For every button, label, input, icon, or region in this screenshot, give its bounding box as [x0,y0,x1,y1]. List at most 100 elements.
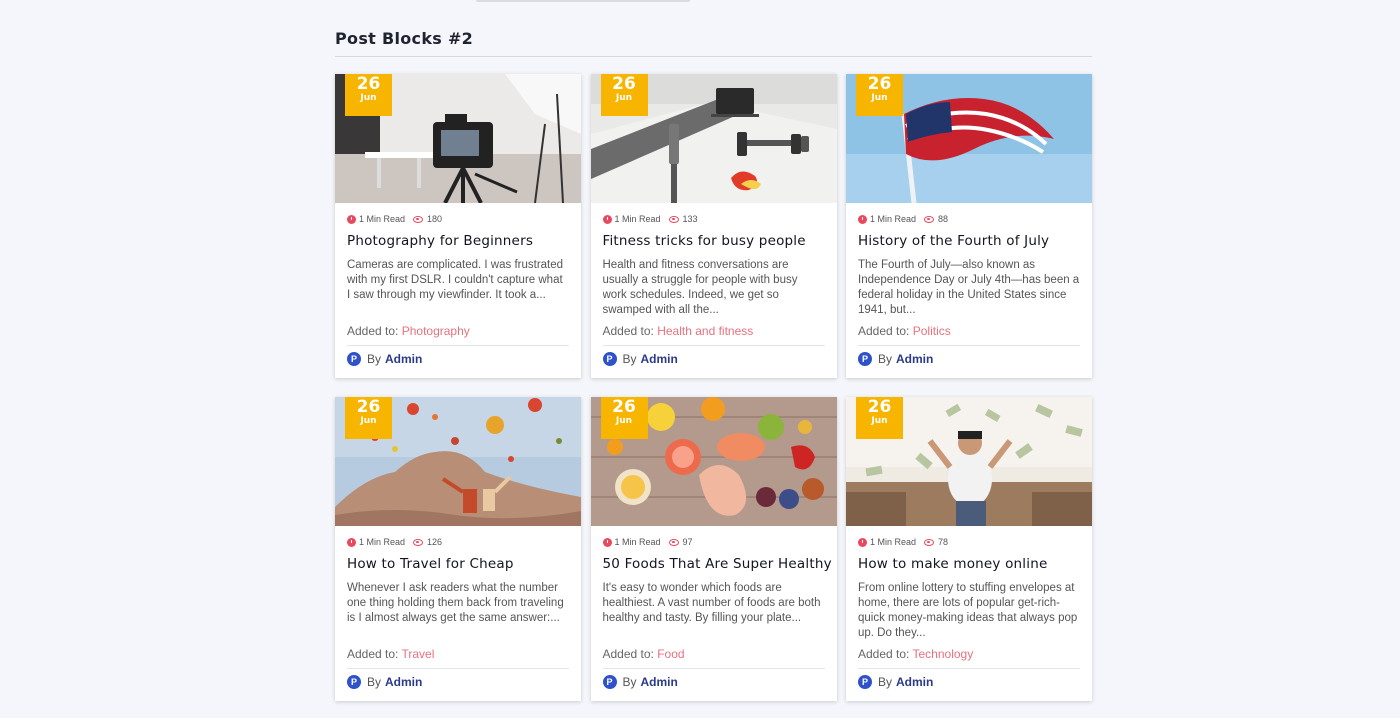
author-link[interactable]: Admin [641,675,678,689]
date-badge: 26 Jun [856,397,903,439]
eye-icon [668,538,679,546]
by-label: By [878,675,893,689]
clock-icon [858,537,867,547]
added-label: Added to: [602,324,654,338]
date-month: Jun [615,93,633,103]
view-count: 180 [427,214,443,224]
post-title[interactable]: History of the Fourth of July [858,232,1080,250]
by-label: By [622,675,637,689]
view-count: 88 [938,214,949,224]
added-label: Added to: [602,647,654,661]
post-card[interactable]: 26 Jun 1 Min Read 97 50 Foods That Are S… [590,397,837,701]
date-badge: 26 Jun [600,74,648,116]
read-time: 1 Min Read [614,214,661,224]
post-title[interactable]: 50 Foods That Are Super Healthy [603,555,832,573]
author-link[interactable]: Admin [385,675,422,689]
date-badge: 26 Jun [600,397,648,439]
post-author: P By Admin [347,675,569,689]
post-category-line: Added to: Food [603,647,825,662]
view-count: 97 [682,537,693,547]
post-author: P By Admin [858,675,1080,689]
post-excerpt: Health and fitness conversations are usu… [602,259,798,316]
post-author: P By Admin [602,352,825,366]
date-month: Jun [871,416,888,426]
card-divider [347,345,569,346]
avatar: P [602,675,617,689]
avatar: P [858,675,872,689]
section-title: Post Blocks #2 [335,29,474,48]
category-link[interactable]: Travel [402,647,435,661]
post-card[interactable]: 26 Jun 1 Min Read 180 Photography for Be… [335,74,581,378]
date-day: 26 [612,74,636,94]
post-thumbnail-fitness[interactable]: 26 Jun [590,74,837,203]
post-excerpt: The Fourth of July—also known as Indepen… [858,259,1080,316]
post-excerpt: Cameras are complicated. I was frustrate… [347,259,564,301]
post-category-line: Added to: Health and fitness [603,324,825,339]
clock-icon [347,214,356,224]
added-label: Added to: [347,324,399,338]
post-category-line: Added to: Photography [347,324,569,339]
by-label: By [878,352,893,366]
author-link[interactable]: Admin [896,675,933,689]
post-card[interactable]: 26 Jun 1 Min Read 133 Fitness tricks for… [590,74,837,378]
card-divider [602,345,825,346]
read-time: 1 Min Read [870,214,917,224]
post-meta: 1 Min Read 126 [347,536,569,548]
date-badge: 26 Jun [345,74,392,116]
author-link[interactable]: Admin [896,352,933,366]
category-link[interactable]: Politics [913,324,951,338]
date-month: Jun [360,93,377,103]
date-day: 26 [867,74,892,94]
read-time: 1 Min Read [359,537,406,547]
category-link[interactable]: Technology [913,647,974,661]
post-thumbnail-money[interactable]: 26 Jun [846,397,1092,526]
eye-icon [413,538,424,546]
post-author: P By Admin [347,352,569,366]
category-link[interactable]: Food [657,647,684,661]
post-card[interactable]: 26 Jun 1 Min Read 88 History of the Four… [846,74,1092,378]
date-badge: 26 Jun [345,397,392,439]
date-day: 26 [867,397,892,417]
post-thumbnail-balloons[interactable]: 26 Jun [335,397,581,526]
card-divider [347,668,569,669]
view-count: 133 [682,214,698,224]
card-divider [858,345,1080,346]
avatar: P [347,675,361,689]
avatar: P [602,352,617,366]
post-card[interactable]: 26 Jun 1 Min Read 126 How to Travel for … [335,397,581,701]
post-card[interactable]: 26 Jun 1 Min Read 78 How to make money o… [846,397,1092,701]
clock-icon [347,537,356,547]
view-count: 126 [427,537,443,547]
post-title[interactable]: How to make money online [858,555,1080,573]
post-title[interactable]: How to Travel for Cheap [347,555,569,573]
post-thumbnail-flag[interactable]: 26 Jun [846,74,1092,203]
post-author: P By Admin [602,675,825,689]
top-divider [476,0,690,2]
post-meta: 1 Min Read 88 [858,213,1080,225]
post-meta: 1 Min Read 97 [602,536,825,548]
post-meta: 1 Min Read 78 [858,536,1080,548]
post-title[interactable]: Photography for Beginners [347,232,569,250]
date-month: Jun [615,416,633,426]
post-author: P By Admin [858,352,1080,366]
date-month: Jun [871,93,888,103]
added-label: Added to: [347,647,399,661]
category-link[interactable]: Health and fitness [657,324,753,338]
category-link[interactable]: Photography [402,324,470,338]
post-grid: 26 Jun 1 Min Read 180 Photography for Be… [335,74,1092,701]
post-category-line: Added to: Politics [858,324,1080,339]
avatar: P [347,352,361,366]
post-thumbnail-camera[interactable]: 26 Jun [335,74,581,203]
avatar: P [858,352,872,366]
author-link[interactable]: Admin [385,352,422,366]
date-day: 26 [612,397,636,417]
date-day: 26 [356,397,381,417]
post-excerpt: From online lottery to stuffing envelope… [858,582,1078,639]
clock-icon [602,214,612,224]
date-month: Jun [360,416,377,426]
read-time: 1 Min Read [359,214,406,224]
post-title[interactable]: Fitness tricks for busy people [603,232,825,250]
post-thumbnail-food[interactable]: 26 Jun [590,397,837,526]
author-link[interactable]: Admin [641,352,678,366]
added-label: Added to: [858,647,910,661]
